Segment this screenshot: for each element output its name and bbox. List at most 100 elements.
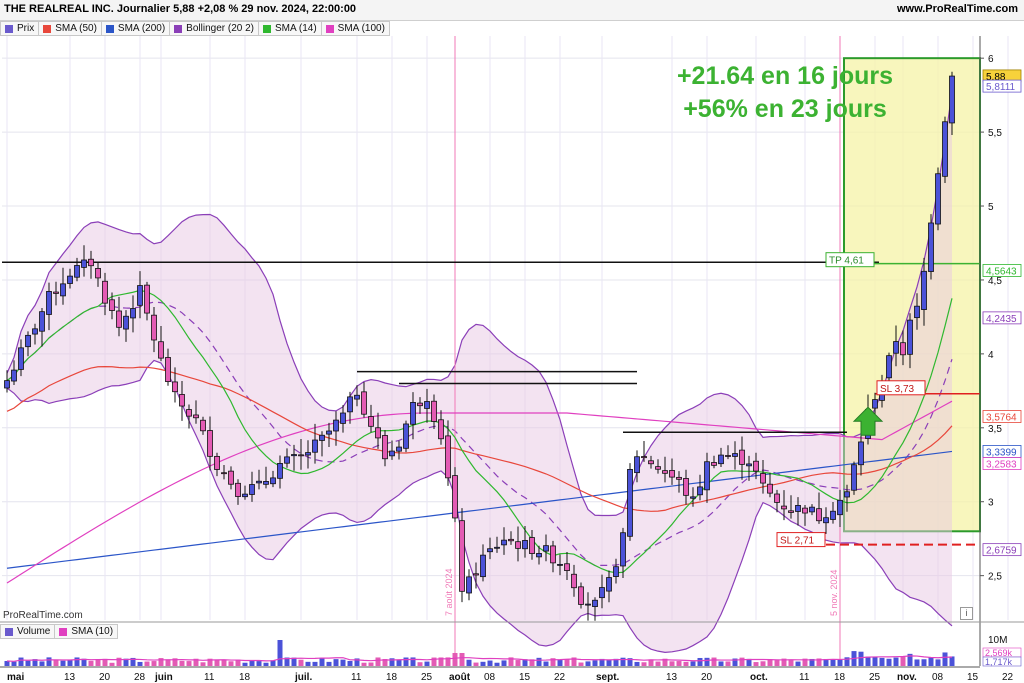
candle-body bbox=[697, 486, 703, 496]
x-tick-label: nov. bbox=[897, 672, 917, 683]
tp-label: TP 4,61 bbox=[829, 256, 864, 267]
candle-body bbox=[396, 446, 402, 452]
candle-body bbox=[907, 319, 913, 355]
volume-bar bbox=[858, 651, 864, 666]
legend-item-prix[interactable]: Prix bbox=[0, 21, 40, 36]
candle-body bbox=[935, 173, 941, 225]
legend-item-volume[interactable]: Volume bbox=[0, 624, 56, 639]
title-bar: THE REALREAL INC. Journalier 5,88 +2,08 … bbox=[0, 0, 1024, 21]
candle-body bbox=[39, 311, 45, 332]
branding-label: ProRealTime.com bbox=[3, 610, 83, 621]
legend-item-bollinger[interactable]: Bollinger (20 2) bbox=[169, 21, 259, 36]
candle-body bbox=[368, 416, 374, 427]
candle-body bbox=[725, 455, 731, 457]
volume-bar bbox=[256, 661, 262, 666]
volume-bar bbox=[949, 656, 955, 666]
volume-bar bbox=[837, 659, 843, 666]
x-tick-label: 11 bbox=[351, 672, 362, 683]
x-tick-label: 08 bbox=[484, 672, 496, 683]
candle-body bbox=[389, 450, 395, 457]
volume-bar bbox=[340, 659, 346, 666]
x-tick-label: 20 bbox=[99, 672, 111, 683]
candle-body bbox=[921, 270, 927, 310]
candle-body bbox=[641, 456, 647, 459]
volume-bar bbox=[424, 661, 430, 666]
candle-body bbox=[403, 423, 409, 449]
candle-body bbox=[809, 506, 815, 513]
x-axis-ticks: mai 13 20 28 juin 11 18 juil. 11 18 25 août 08 15 22 se… bbox=[7, 672, 1014, 683]
y-tick-label: 5,5 bbox=[988, 128, 1002, 139]
volume-bar bbox=[11, 661, 17, 666]
volume-bar bbox=[928, 657, 934, 666]
candle-body bbox=[137, 285, 143, 306]
candle bbox=[942, 116, 948, 183]
volume-bar bbox=[396, 659, 402, 666]
candle-body bbox=[249, 484, 255, 495]
volume-bar bbox=[942, 652, 948, 666]
legend-item-sma14[interactable]: SMA (14) bbox=[257, 21, 322, 36]
volume-bar bbox=[564, 659, 570, 666]
volume-bar bbox=[249, 660, 255, 666]
volume-bar bbox=[592, 660, 598, 666]
legend-item-volume-sma[interactable]: SMA (10) bbox=[54, 624, 119, 639]
legend-item-sma50[interactable]: SMA (50) bbox=[38, 21, 102, 36]
volume-bar bbox=[725, 661, 731, 666]
volume-bar bbox=[452, 653, 458, 666]
candle-body bbox=[774, 493, 780, 503]
candle-body bbox=[480, 554, 486, 578]
bollinger-swatch bbox=[174, 24, 183, 33]
x-tick-label: 11 bbox=[799, 672, 810, 683]
volume-bar bbox=[333, 659, 339, 666]
volume-bar bbox=[487, 660, 493, 666]
candle-body bbox=[11, 369, 17, 382]
candle-body bbox=[326, 430, 332, 435]
x-tick-label: mai bbox=[7, 672, 24, 683]
candle-body bbox=[46, 291, 52, 315]
volume-bar bbox=[116, 657, 122, 666]
candle-body bbox=[543, 545, 549, 552]
candle-body bbox=[851, 464, 857, 491]
y-tick-label: 3,5 bbox=[988, 424, 1002, 435]
legend-item-sma200[interactable]: SMA (200) bbox=[100, 21, 171, 36]
candle-body bbox=[550, 545, 556, 564]
sl1-label: SL 3,73 bbox=[880, 384, 915, 395]
price-label: 4,5643 bbox=[986, 266, 1017, 277]
volume-bar bbox=[697, 657, 703, 666]
candle-body bbox=[298, 454, 304, 457]
event-date-aug: 7 août 2024 bbox=[444, 568, 454, 616]
candle-body bbox=[228, 470, 234, 485]
candle-body bbox=[375, 427, 381, 439]
candle-body bbox=[837, 499, 843, 516]
volume-bar bbox=[543, 661, 549, 666]
candle-body bbox=[417, 402, 423, 407]
volume-bar bbox=[935, 659, 941, 666]
volume-bar bbox=[557, 659, 563, 666]
candle-body bbox=[410, 402, 416, 425]
candle-body bbox=[340, 412, 346, 424]
candle-body bbox=[18, 347, 24, 370]
candle-body bbox=[473, 573, 479, 576]
x-tick-label: 22 bbox=[1002, 672, 1014, 683]
price-labels: 5,885,81114,56434,24353,57643,33993,2583… bbox=[982, 69, 1022, 557]
volume-bar bbox=[214, 659, 220, 666]
volume-bar bbox=[417, 662, 423, 666]
volume-bar bbox=[578, 662, 584, 666]
volume-legend: Volume SMA (10) bbox=[0, 624, 119, 639]
x-tick-label: juil. bbox=[294, 672, 312, 683]
info-icon[interactable]: i bbox=[960, 607, 973, 620]
candle-body bbox=[893, 341, 899, 354]
candle-body bbox=[172, 381, 178, 393]
legend-item-sma100[interactable]: SMA (100) bbox=[320, 21, 390, 36]
candle-body bbox=[291, 454, 297, 457]
volume-bar bbox=[515, 660, 521, 666]
candle-body bbox=[263, 481, 269, 485]
candle-body bbox=[788, 510, 794, 513]
candle bbox=[403, 420, 409, 453]
x-tick-label: 08 bbox=[932, 672, 944, 683]
candle-body bbox=[522, 540, 528, 550]
volume-bar bbox=[886, 658, 892, 666]
candle-body bbox=[214, 455, 220, 470]
candle-body bbox=[277, 463, 283, 479]
candle-body bbox=[599, 587, 605, 599]
volume-bar bbox=[151, 661, 157, 666]
